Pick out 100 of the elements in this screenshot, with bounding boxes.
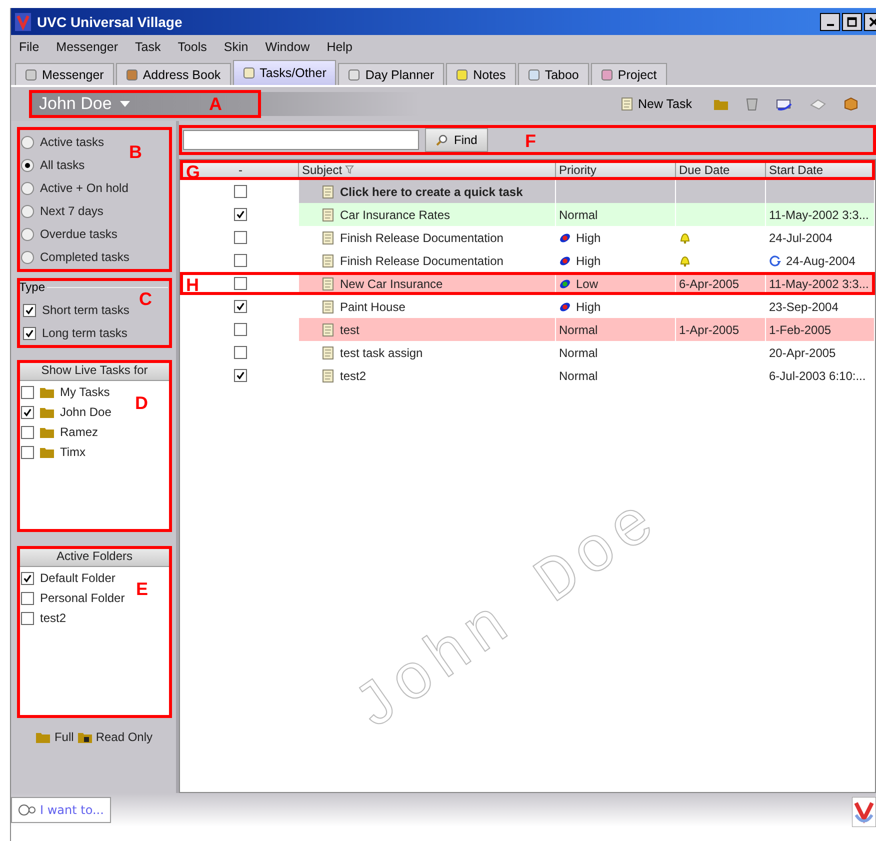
- list-item-label: test2: [40, 611, 66, 625]
- minimize-icon: [826, 24, 834, 26]
- package-icon: [844, 97, 858, 111]
- envelope-icon: [776, 97, 792, 111]
- filter-option[interactable]: Completed tasks: [21, 250, 168, 264]
- tab[interactable]: Tasks/Other: [232, 60, 336, 85]
- app-logo-icon: [15, 12, 31, 30]
- option-label: Short term tasks: [42, 303, 130, 317]
- tab-icon: [25, 68, 37, 80]
- radio-button[interactable]: [21, 136, 34, 148]
- checkbox[interactable]: [234, 208, 247, 221]
- menu-item[interactable]: Skin: [224, 40, 248, 54]
- radio-button[interactable]: [21, 204, 34, 218]
- maximize-button[interactable]: [842, 12, 862, 30]
- task-subject: test: [340, 322, 360, 336]
- list-item-label: Personal Folder: [40, 591, 125, 605]
- start-date: 20-Apr-2005: [769, 346, 836, 360]
- callout-letter: E: [136, 580, 148, 598]
- checkbox[interactable]: [234, 300, 247, 313]
- checkbox[interactable]: [21, 572, 34, 584]
- start-date: 1-Feb-2005: [769, 322, 832, 336]
- menu-item[interactable]: Help: [326, 40, 352, 54]
- close-icon: [869, 16, 876, 26]
- folder-icon: [40, 406, 54, 418]
- window-title: UVC Universal Village: [37, 14, 184, 30]
- tab[interactable]: Address Book: [116, 63, 231, 85]
- task-subject: Finish Release Documentation: [340, 254, 504, 268]
- filter-option[interactable]: All tasks: [21, 158, 168, 172]
- radio-button[interactable]: [21, 250, 34, 264]
- checkbox[interactable]: [234, 369, 247, 382]
- callout-letter: C: [139, 290, 152, 308]
- tab[interactable]: Notes: [446, 63, 516, 85]
- tab-label: Messenger: [42, 68, 104, 82]
- list-item-label: John Doe: [60, 405, 112, 419]
- column-header[interactable]: Subject: [299, 160, 556, 180]
- radio-button[interactable]: [21, 228, 34, 240]
- filter-option[interactable]: Overdue tasks: [21, 227, 168, 241]
- checkbox[interactable]: [23, 326, 36, 340]
- menu-item[interactable]: File: [19, 40, 40, 54]
- priority-text: High: [576, 300, 601, 314]
- folder-icon: [40, 426, 54, 438]
- menu-item[interactable]: Window: [265, 40, 310, 54]
- task-subject: Finish Release Documentation: [340, 230, 504, 244]
- start-date: 23-Sep-2004: [769, 300, 838, 314]
- column-header[interactable]: Start Date: [766, 160, 875, 180]
- task-subject: Paint House: [340, 300, 406, 314]
- list-item-label: My Tasks: [60, 385, 110, 399]
- find-button[interactable]: Find: [425, 128, 488, 152]
- tab[interactable]: Messenger: [15, 63, 114, 85]
- app-logo-icon: [852, 797, 876, 827]
- new-task-button[interactable]: New Task: [614, 96, 698, 112]
- quick-task-row[interactable]: Click here to create a quick task: [299, 180, 875, 203]
- task-icon: [321, 368, 335, 382]
- tab[interactable]: Day Planner: [338, 63, 444, 85]
- checkbox[interactable]: [234, 185, 247, 198]
- tab-label: Notes: [473, 68, 506, 82]
- callout-letter: B: [129, 143, 142, 161]
- tab-icon: [242, 67, 255, 79]
- delete-button[interactable]: [746, 97, 758, 111]
- filter-option[interactable]: Next 7 days: [21, 204, 168, 218]
- checkbox[interactable]: [234, 254, 247, 267]
- filter-icon: [345, 165, 354, 174]
- menu-item[interactable]: Tools: [178, 40, 207, 54]
- checkbox[interactable]: [21, 612, 34, 624]
- minimize-button[interactable]: [820, 12, 840, 30]
- search-field[interactable]: [183, 130, 419, 150]
- tab[interactable]: Project: [590, 63, 667, 85]
- menu-item[interactable]: Task: [135, 40, 161, 54]
- callout-letter: A: [209, 95, 222, 113]
- checkbox[interactable]: [234, 323, 247, 336]
- checkbox[interactable]: [21, 386, 34, 398]
- option-label: Completed tasks: [40, 250, 130, 264]
- filter-option[interactable]: Active + On hold: [21, 181, 168, 195]
- checkbox[interactable]: [234, 277, 247, 290]
- menu-item[interactable]: Messenger: [56, 40, 118, 54]
- tray-icon: [810, 97, 826, 111]
- radio-button[interactable]: [21, 182, 34, 194]
- option-label: Next 7 days: [40, 204, 104, 218]
- column-header[interactable]: Due Date: [676, 160, 766, 180]
- i-want-to-button[interactable]: I want to...: [11, 797, 111, 823]
- priority-text: Normal: [559, 322, 598, 336]
- checkbox[interactable]: [21, 592, 34, 604]
- callout-letter: H: [186, 276, 199, 294]
- package-button[interactable]: [844, 97, 858, 111]
- checkbox[interactable]: [21, 426, 34, 438]
- checkbox[interactable]: [21, 446, 34, 458]
- task-subject: New Car Insurance: [340, 276, 443, 290]
- checkbox[interactable]: [21, 406, 34, 418]
- checkbox[interactable]: [234, 231, 247, 244]
- column-header[interactable]: Priority: [556, 160, 676, 180]
- checkbox[interactable]: [23, 304, 36, 316]
- folder-icon: [40, 386, 54, 398]
- radio-button[interactable]: [21, 158, 34, 172]
- user-name: John Doe: [39, 94, 112, 114]
- locked-folder-icon: [78, 731, 92, 743]
- list-item-label: Default Folder: [40, 571, 116, 585]
- tab[interactable]: Taboo: [518, 63, 589, 85]
- checkbox[interactable]: [234, 346, 247, 359]
- start-date: 11-May-2002 3:3...: [769, 208, 869, 222]
- send-button[interactable]: [776, 97, 792, 111]
